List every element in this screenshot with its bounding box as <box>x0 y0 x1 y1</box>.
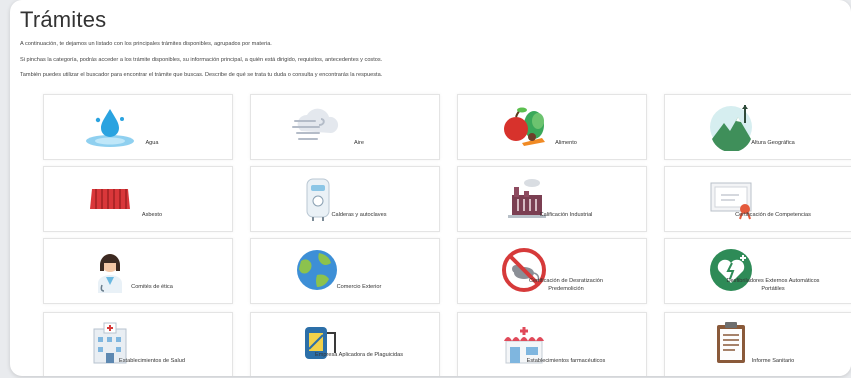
card-certificacion-desratizacion[interactable]: Certificación de Desratización Predemoli… <box>457 238 647 304</box>
page-title: Trámites <box>20 7 107 32</box>
intro-line-2: Si pinchas la categoría, podrás acceder … <box>20 57 383 63</box>
card-calderas[interactable]: Calderas y autoclaves <box>250 166 440 232</box>
intro-line-1: A continuación, te dejamos un listado co… <box>20 41 272 47</box>
card-label: Asbesto <box>141 212 163 218</box>
card-agua[interactable]: Agua <box>43 94 233 160</box>
card-empresa-aplicadora[interactable]: Empresa Aplicadora de Plaguicidas <box>250 312 440 376</box>
card-label: Calderas y autoclaves <box>331 212 387 218</box>
card-aire[interactable]: Aire <box>250 94 440 160</box>
card-informe-sanitario[interactable]: Informe Sanitario <box>664 312 851 376</box>
card-label: Agua <box>145 140 159 146</box>
pesticide-sprayer-icon <box>305 327 336 359</box>
card-label: Calificación Industrial <box>539 212 593 218</box>
card-label: Comercio Exterior <box>336 284 382 290</box>
intro-line-3: También puedes utilizar el buscador para… <box>20 72 383 78</box>
card-label: Establecimientos de Salud <box>119 358 185 364</box>
card-calificacion-industrial[interactable]: Calificación Industrial <box>457 166 647 232</box>
card-establecimientos-salud[interactable]: Establecimientos de Salud <box>43 312 233 376</box>
tramites-panel: Trámites A continuación, te dejamos un l… <box>10 0 851 376</box>
card-label: Altura Geográfica <box>751 140 795 146</box>
card-certificacion-competencias[interactable]: Certificación de Competencias <box>664 166 851 232</box>
card-label: Certificación de Desratización Predemoli… <box>529 278 603 292</box>
card-label: Aire <box>354 140 364 146</box>
card-label: Alimento <box>555 140 577 146</box>
card-label: Informe Sanitario <box>751 358 795 364</box>
card-label: Establecimientos farmacéuticos <box>526 358 606 364</box>
card-label: Comités de ética <box>131 284 173 290</box>
card-comercio-exterior[interactable]: Comercio Exterior <box>250 238 440 304</box>
card-establecimientos-farmaceuticos[interactable]: Establecimientos farmacéuticos <box>457 312 647 376</box>
card-label: Empresa Aplicadora de Plaguicidas <box>315 352 403 358</box>
card-altura-geografica[interactable]: Altura Geográfica <box>664 94 851 160</box>
card-comites-etica[interactable]: Comités de ética <box>43 238 233 304</box>
card-alimento[interactable]: Alimento <box>457 94 647 160</box>
card-desfibriladores[interactable]: Desfibriladores Externos Automáticos Por… <box>664 238 851 304</box>
card-label: Desfibriladores Externos Automáticos Por… <box>726 278 820 292</box>
card-label: Certificación de Competencias <box>735 212 811 218</box>
card-asbesto[interactable]: Asbesto <box>43 166 233 232</box>
